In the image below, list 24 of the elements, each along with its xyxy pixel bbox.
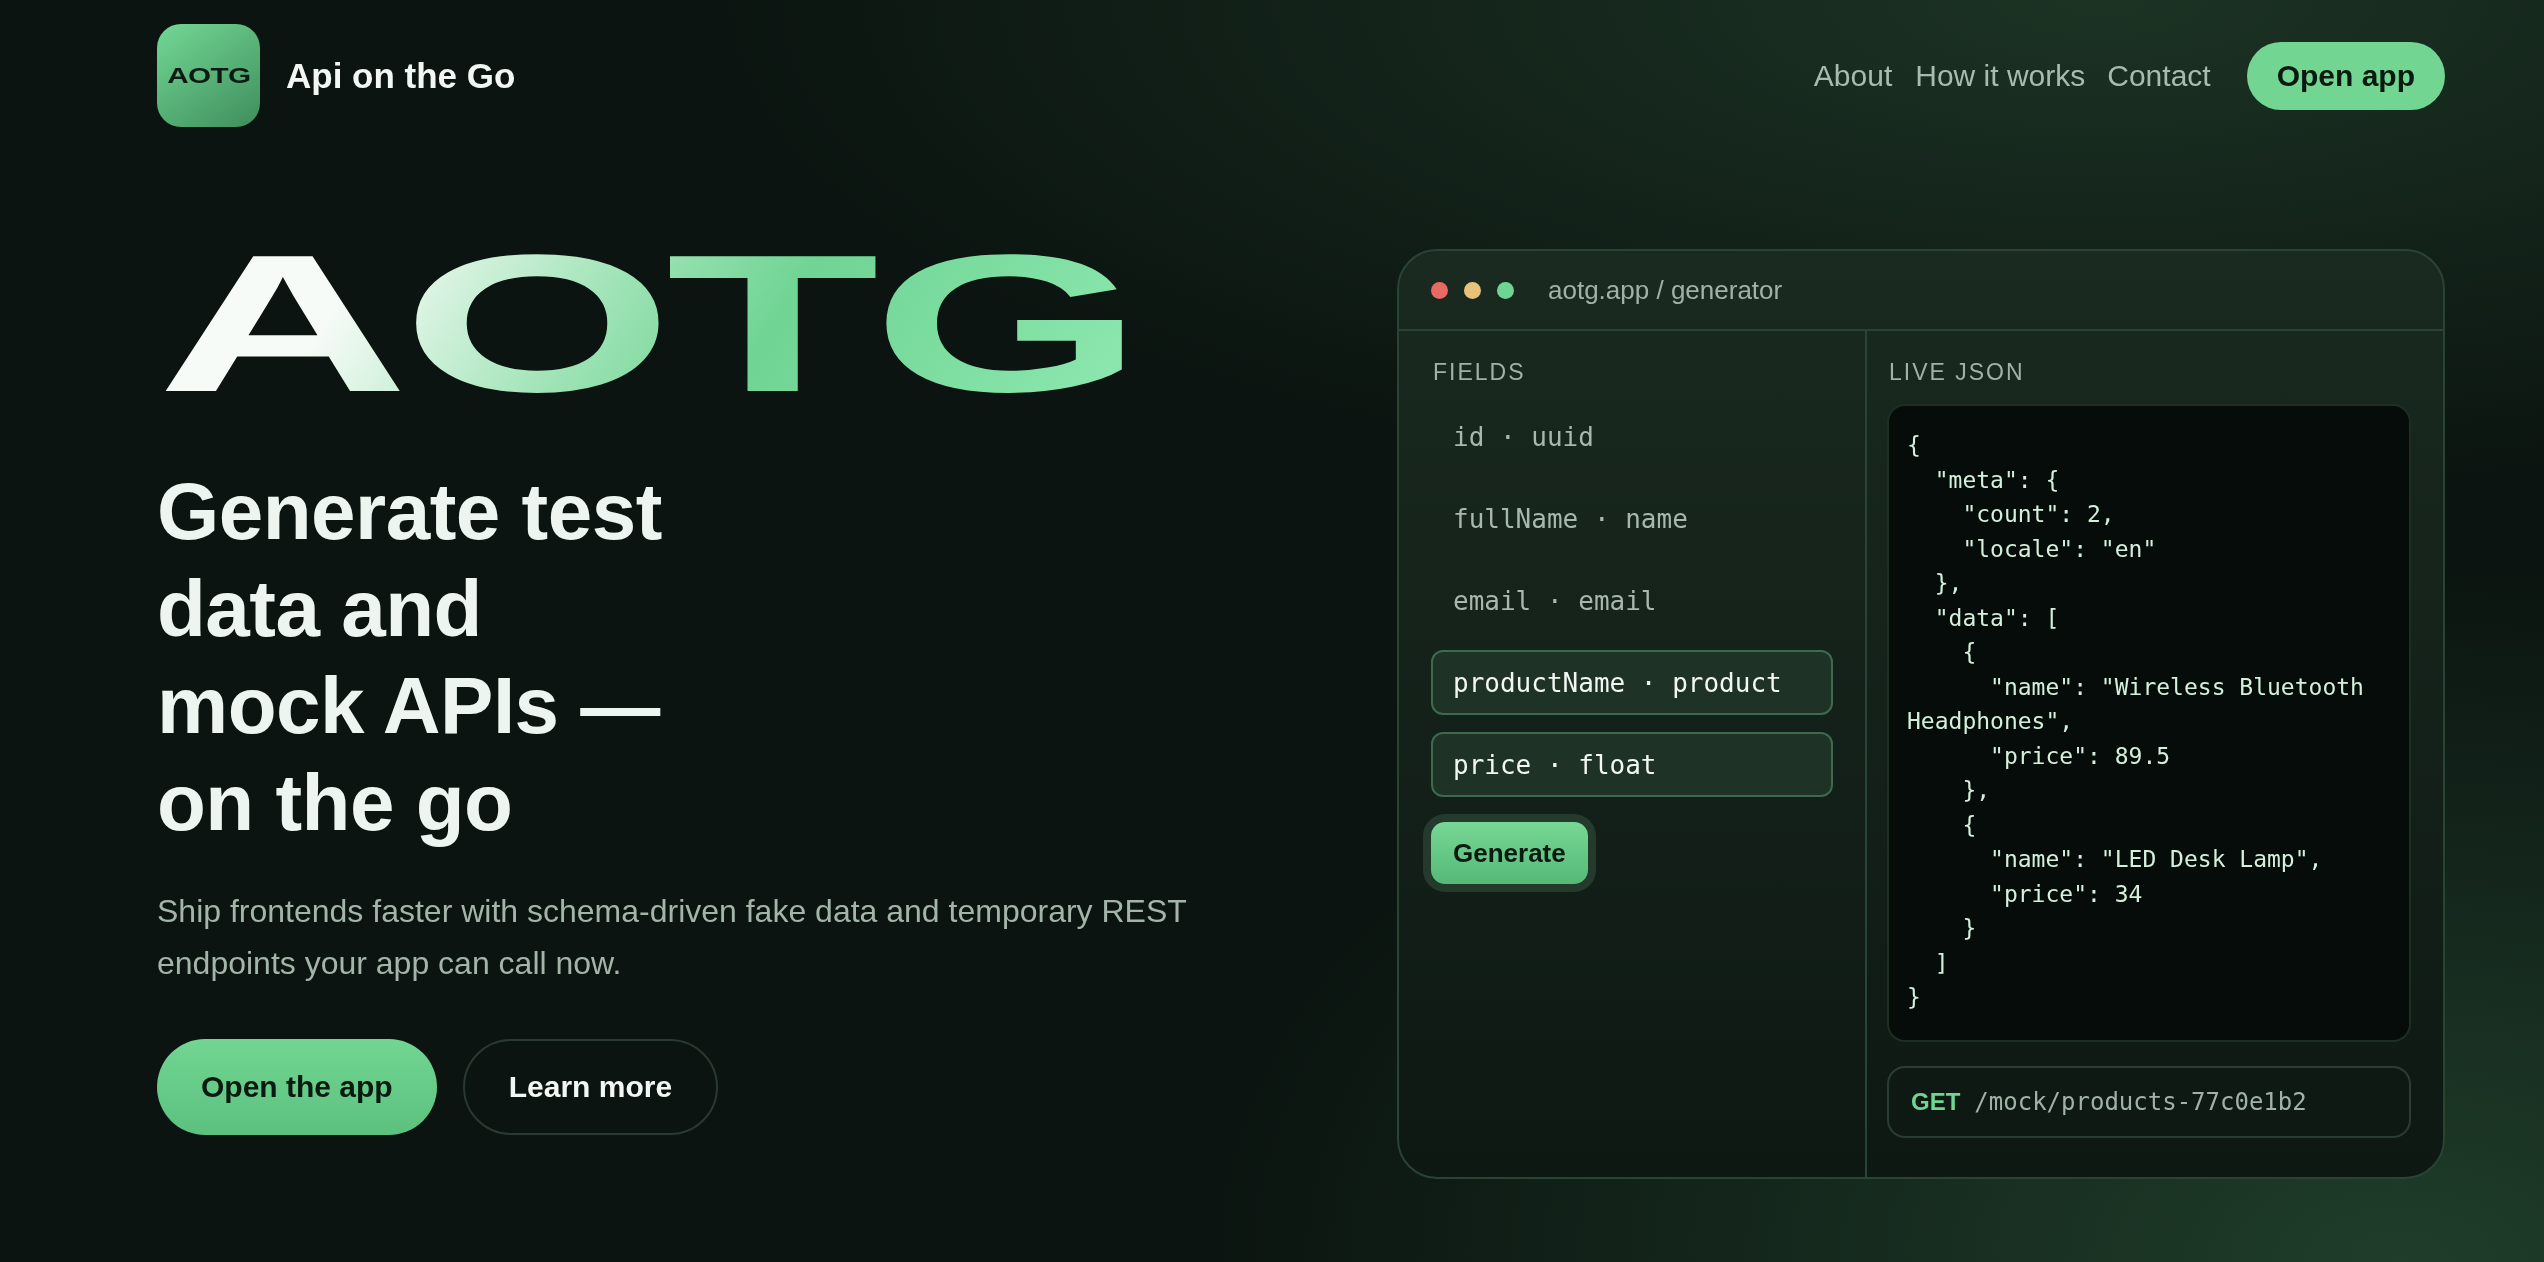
json-code: { "meta": { "count": 2, "locale": "en" }, "data": [ { "name": "Wireless Bluetooth Headphones", "price": 89.5 }, { "name": "LED Desk Lamp", "price": 34 } ] } [1887,404,2411,1042]
logo-badge: AOTG [157,24,260,127]
subtitle: Ship frontends faster with schema-driven fake data and temporary REST endpoints your app can call now. [157,892,1188,983]
brand-name: Api on the Go [286,55,516,96]
nav-link[interactable]: Contact [2107,58,2211,93]
open-app-button[interactable]: Open app [2246,41,2445,110]
http-method: GET [1911,1088,1961,1116]
open-the-app-button[interactable]: Open the app [157,1039,437,1135]
close-dot[interactable] [1431,281,1448,299]
headline: Generate test data and mock APIs — on the go [157,466,663,849]
window-title: aotg.app / generator [1548,274,1783,306]
minimize-dot[interactable] [1464,281,1481,299]
field-row[interactable]: id · uuid [1431,404,1833,469]
nav-link[interactable]: About [1813,58,1893,93]
field-row[interactable]: fullName · name [1431,486,1833,551]
learn-more-button[interactable]: Learn more [462,1039,719,1135]
section-label: FIELDS [1433,359,1527,386]
nav-link[interactable]: How it works [1915,58,2086,93]
field-row[interactable]: price · float [1431,732,1833,797]
section-label: LIVE JSON [1889,359,2026,386]
field-row[interactable]: email · email [1431,568,1833,633]
maximize-dot[interactable] [1497,281,1514,299]
endpoint-path: /mock/products-77c0e1b2 [1974,1088,2307,1116]
field-row[interactable]: productName · product [1431,650,1833,715]
